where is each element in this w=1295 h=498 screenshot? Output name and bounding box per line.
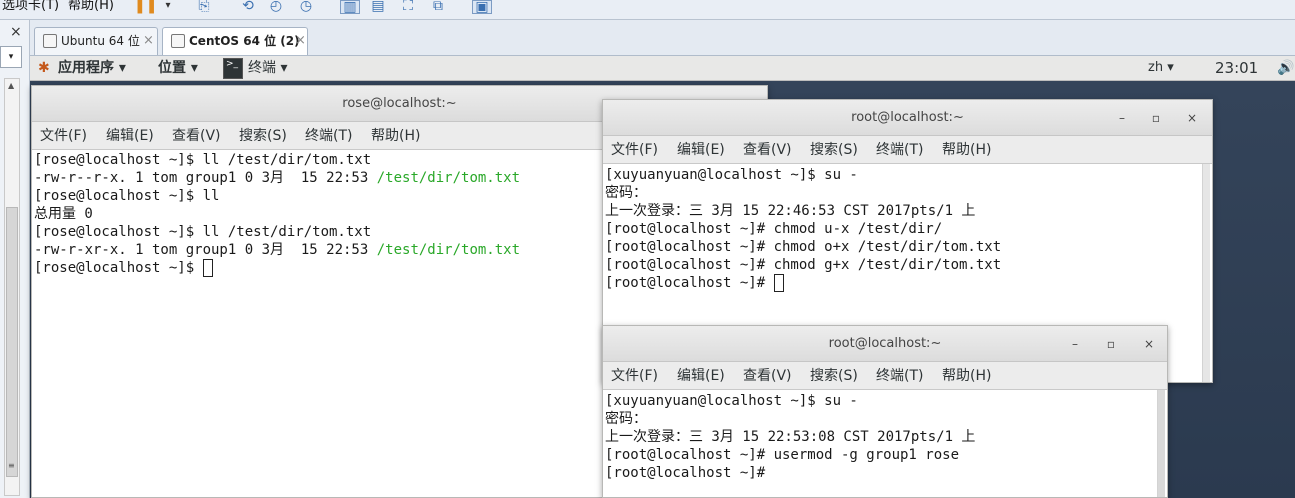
tab-centos[interactable]: CentOS 64 位 (2) × (162, 27, 308, 55)
menu-file[interactable]: 文件(F) (40, 122, 87, 150)
menu-terminal[interactable]: 终端(T) (876, 136, 923, 164)
terminal-line: [root@localhost ~]# chmod u-x /test/dir/ (605, 221, 943, 237)
menu-search[interactable]: 搜索(S) (810, 136, 858, 164)
terminal-app-icon: >_ (223, 58, 243, 79)
terminal-line: [rose@localhost ~]$ ll (34, 188, 220, 204)
close-tab-icon[interactable]: × (143, 28, 154, 54)
text-cursor (773, 274, 784, 292)
menu-search[interactable]: 搜索(S) (810, 362, 858, 390)
library-dropdown[interactable]: ▾ (0, 46, 22, 68)
scroll-up-icon[interactable]: ▲ (8, 81, 14, 90)
clock[interactable]: 23:01 (1215, 56, 1258, 80)
menu-help[interactable]: 帮助(H) (942, 136, 991, 164)
pause-dropdown-icon[interactable]: ▾ (158, 0, 178, 14)
menu-search[interactable]: 搜索(S) (239, 122, 287, 150)
menu-view[interactable]: 查看(V) (743, 362, 792, 390)
terminal-line: [rose@localhost ~]$ (34, 259, 213, 277)
menu-tabs[interactable]: 选项卡(T) (2, 0, 59, 12)
terminal-line: [root@localhost ~]# (605, 274, 784, 292)
pause-icon[interactable]: ❚❚ (134, 0, 157, 14)
library-panel: × ▾ ▲ ≡ (0, 20, 30, 498)
close-icon[interactable]: × (1141, 336, 1157, 352)
terminal-line: 密码： (605, 411, 647, 427)
terminal-line: [root@localhost ~]# chmod g+x /test/dir/… (605, 257, 1002, 273)
snapshot-icon[interactable]: ⟲ (238, 0, 258, 14)
terminal-line: 上一次登录：三 3月 15 22:46:53 CST 2017pts/1 上 (605, 203, 976, 219)
menu-edit[interactable]: 编辑(E) (106, 122, 154, 150)
vmware-menubar: 选项卡(T) 帮助(H) ❚❚ ▾ ⎘ ⟲ ◴ ◷ ▥ ▤ ⛶ ⧉ ▣ (0, 0, 1295, 20)
close-tab-icon[interactable]: × (295, 28, 306, 54)
applications-menu[interactable]: 应用程序 ▾ (58, 56, 126, 80)
terminal-scrollbar[interactable] (1157, 390, 1165, 497)
terminal-scrollbar[interactable] (1202, 164, 1210, 382)
snapshot-manager-icon[interactable]: ◷ (296, 0, 316, 14)
tab-ubuntu[interactable]: Ubuntu 64 位 × (34, 27, 158, 55)
volume-icon[interactable]: 🔊 (1277, 56, 1294, 80)
menu-view[interactable]: 查看(V) (743, 136, 792, 164)
scroll-thumb[interactable] (6, 207, 18, 477)
window-titlebar[interactable]: root@localhost:~ – ▫ × (603, 100, 1212, 136)
unity-icon[interactable]: ⧉ (428, 0, 448, 14)
input-method-indicator[interactable]: zh ▾ (1148, 56, 1174, 80)
text-cursor (202, 259, 213, 277)
library-scrollbar[interactable]: ▲ ≡ (4, 78, 20, 496)
close-library-icon[interactable]: × (10, 24, 22, 40)
applications-icon: ✱ (38, 60, 50, 76)
console-view-icon[interactable]: ▣ (472, 0, 492, 14)
terminal-output[interactable]: [xuyuanyuan@localhost ~]$ su - 密码： 上一次登录… (603, 390, 1167, 497)
terminal-line: 总用量 0 (34, 206, 93, 222)
maximize-icon[interactable]: ▫ (1148, 110, 1164, 126)
terminal-app-menu[interactable]: 终端 ▾ (248, 56, 287, 80)
tab-label: Ubuntu 64 位 (61, 34, 140, 48)
terminal-window-root-2[interactable]: root@localhost:~ – ▫ × 文件(F) 编辑(E) 查看(V)… (602, 325, 1168, 498)
tab-label: CentOS 64 位 (2) (189, 34, 300, 48)
menu-edit[interactable]: 编辑(E) (677, 362, 725, 390)
show-library-icon[interactable]: ▥ (340, 0, 360, 14)
menu-terminal[interactable]: 终端(T) (876, 362, 923, 390)
window-titlebar[interactable]: root@localhost:~ – ▫ × (603, 326, 1167, 362)
terminal-line: [xuyuanyuan@localhost ~]$ su - (605, 393, 858, 409)
menu-help[interactable]: 帮助(H) (942, 362, 991, 390)
vm-tab-bar: Ubuntu 64 位 × CentOS 64 位 (2) × (30, 20, 1295, 56)
terminal-line: [rose@localhost ~]$ ll /test/dir/tom.txt (34, 152, 372, 168)
terminal-line: [root@localhost ~]# usermod -g group1 ro… (605, 447, 960, 463)
revert-snapshot-icon[interactable]: ◴ (266, 0, 286, 14)
terminal-menubar: 文件(F) 编辑(E) 查看(V) 搜索(S) 终端(T) 帮助(H) (603, 362, 1167, 390)
close-icon[interactable]: × (1184, 110, 1200, 126)
places-menu[interactable]: 位置 ▾ (158, 56, 198, 80)
terminal-line: 上一次登录：三 3月 15 22:53:08 CST 2017pts/1 上 (605, 429, 976, 445)
scroll-grip-icon: ≡ (8, 461, 15, 470)
menu-help[interactable]: 帮助(H) (68, 0, 114, 12)
vm-icon (43, 34, 57, 48)
terminal-menubar: 文件(F) 编辑(E) 查看(V) 搜索(S) 终端(T) 帮助(H) (603, 136, 1212, 164)
menu-file[interactable]: 文件(F) (611, 362, 658, 390)
terminal-line: [rose@localhost ~]$ ll /test/dir/tom.txt (34, 224, 372, 240)
thumbnail-bar-icon[interactable]: ▤ (368, 0, 388, 14)
vm-icon (171, 34, 185, 48)
terminal-line: [root@localhost ~]# chmod o+x /test/dir/… (605, 239, 1002, 255)
gnome-top-bar: ✱ 应用程序 ▾ 位置 ▾ >_ 终端 ▾ zh ▾ 23:01 🔊 (30, 56, 1295, 81)
menu-file[interactable]: 文件(F) (611, 136, 658, 164)
menu-help[interactable]: 帮助(H) (371, 122, 420, 150)
terminal-line: [xuyuanyuan@localhost ~]$ su - (605, 167, 858, 183)
terminal-line: [root@localhost ~]# (605, 465, 766, 481)
full-screen-icon[interactable]: ⛶ (398, 0, 418, 14)
terminal-line: -rw-r--r-x. 1 tom group1 0 3月 15 22:53 /… (34, 170, 521, 186)
maximize-icon[interactable]: ▫ (1103, 336, 1119, 352)
menu-view[interactable]: 查看(V) (172, 122, 221, 150)
terminal-line: -rw-r-xr-x. 1 tom group1 0 3月 15 22:53 /… (34, 242, 521, 258)
menu-terminal[interactable]: 终端(T) (305, 122, 352, 150)
minimize-icon[interactable]: – (1114, 110, 1130, 126)
send-ctrl-alt-del-icon[interactable]: ⎘ (194, 0, 214, 14)
menu-edit[interactable]: 编辑(E) (677, 136, 725, 164)
terminal-line: 密码： (605, 185, 647, 201)
minimize-icon[interactable]: – (1067, 336, 1083, 352)
